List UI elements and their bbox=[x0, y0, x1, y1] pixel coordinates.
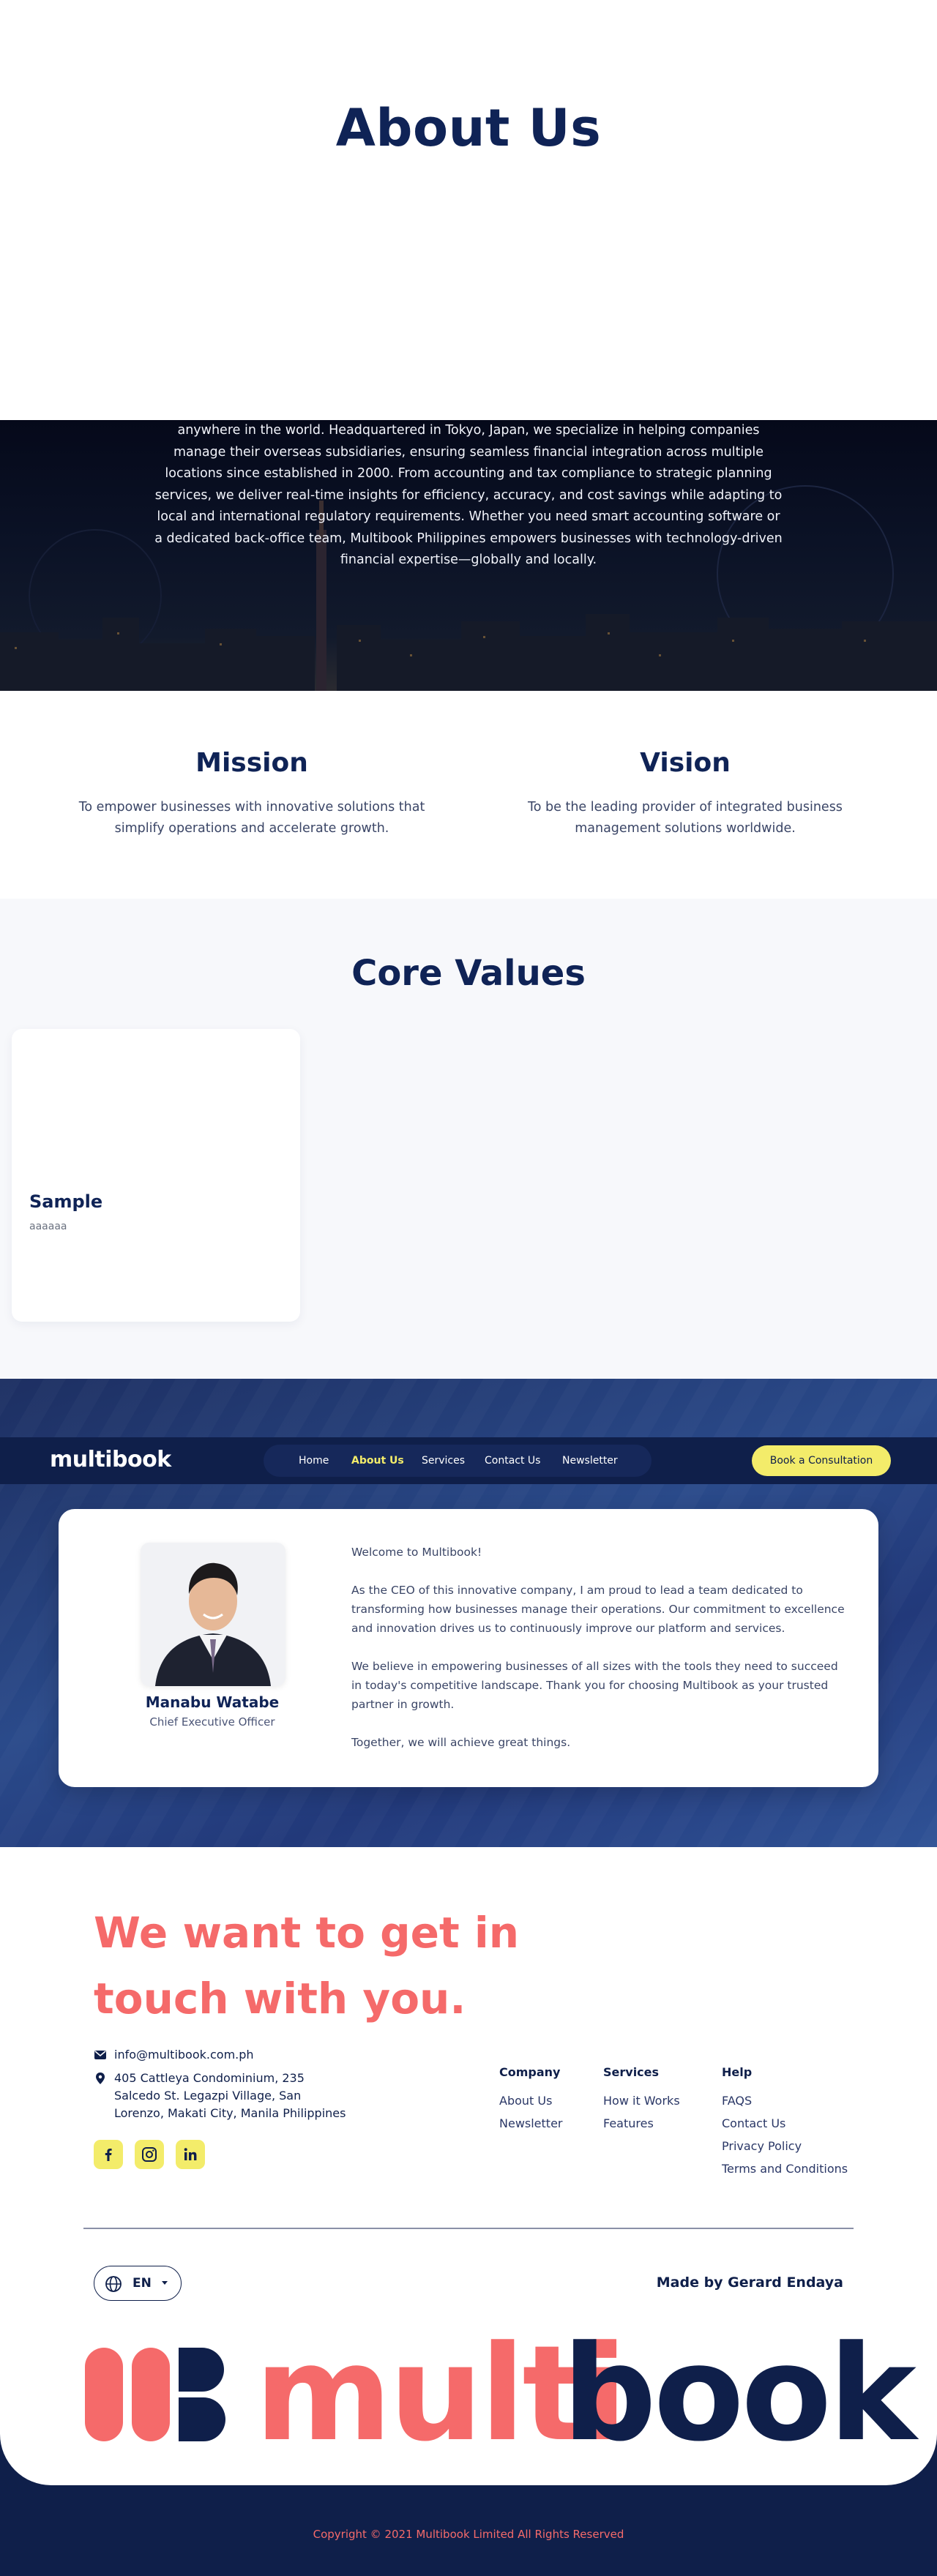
ceo-message-paragraph: Welcome to Multibook! bbox=[351, 1546, 482, 1559]
nav-item-services[interactable]: Services bbox=[422, 1445, 465, 1477]
footer-link-about-us[interactable]: About Us bbox=[499, 2094, 563, 2108]
facebook-icon bbox=[105, 2149, 112, 2161]
ceo-message: Welcome to Multibook! As the CEO of this… bbox=[351, 1543, 849, 1771]
footer-link-contact-us[interactable]: Contact Us bbox=[722, 2116, 848, 2130]
footer: We want to get in touch with you. info@m… bbox=[0, 1847, 937, 2576]
footer-content: We want to get in touch with you. info@m… bbox=[0, 1847, 937, 2485]
linkedin-link[interactable] bbox=[176, 2140, 205, 2169]
mission-title: Mission bbox=[195, 748, 308, 778]
footer-column-title: Help bbox=[722, 2065, 753, 2079]
instagram-icon bbox=[142, 2147, 157, 2162]
location-pin-icon bbox=[96, 2073, 105, 2084]
company-intro-section: anywhere in the world. Headquartered in … bbox=[0, 420, 937, 691]
nav-item-about-us[interactable]: About Us bbox=[351, 1445, 404, 1477]
ceo-photo bbox=[141, 1543, 285, 1686]
facebook-link[interactable] bbox=[94, 2140, 123, 2169]
vision-text: To be the leading provider of integrated… bbox=[528, 800, 843, 836]
footer-column-services: Services How it Works Features bbox=[603, 2065, 680, 2139]
core-values-section: Core Values Sample aaaaaa bbox=[0, 899, 937, 1379]
footer-big-logo: multi book bbox=[85, 2321, 917, 2468]
contact-address: 405 Cattleya Condominium, 235 Salcedo St… bbox=[94, 2070, 357, 2124]
language-selector[interactable]: EN bbox=[94, 2266, 182, 2301]
core-values-title: Core Values bbox=[351, 953, 586, 994]
nav-item-home[interactable]: Home bbox=[299, 1445, 329, 1477]
navbar: multibook Home About Us Services Contact… bbox=[0, 1437, 937, 1484]
footer-column-help: Help FAQS Contact Us Privacy Policy Term… bbox=[722, 2065, 848, 2184]
mail-icon bbox=[94, 2051, 106, 2059]
core-value-text: aaaaaa bbox=[29, 1221, 67, 1232]
footer-link-terms[interactable]: Terms and Conditions bbox=[722, 2162, 848, 2176]
footer-logo-book: book bbox=[562, 2318, 917, 2471]
vision-title: Vision bbox=[640, 748, 731, 778]
footer-link-features[interactable]: Features bbox=[603, 2116, 680, 2130]
made-by-credit: Made by Gerard Endaya bbox=[656, 2274, 843, 2291]
nav-menu: Home About Us Services Contact Us Newsle… bbox=[264, 1445, 652, 1477]
mission-text: To empower businesses with innovative so… bbox=[78, 800, 425, 836]
nav-item-contact-us[interactable]: Contact Us bbox=[485, 1445, 540, 1477]
core-value-card: Sample aaaaaa bbox=[12, 1029, 300, 1322]
page-title: About Us bbox=[335, 98, 602, 158]
address-text: 405 Cattleya Condominium, 235 Salcedo St… bbox=[114, 2071, 346, 2120]
footer-divider bbox=[83, 2228, 854, 2229]
linkedin-icon bbox=[184, 2148, 197, 2160]
ceo-role: Chief Executive Officer bbox=[149, 1715, 275, 1729]
chevron-down-icon bbox=[162, 2281, 168, 2285]
footer-column-company: Company About Us Newsletter bbox=[499, 2065, 563, 2139]
mission-block: Mission To empower businesses with innov… bbox=[69, 748, 435, 839]
language-code: EN bbox=[132, 2276, 152, 2291]
navbar-logo[interactable]: multibook bbox=[50, 1447, 171, 1472]
email-text: info@multibook.com.ph bbox=[114, 2048, 254, 2062]
ceo-message-section: multibook Home About Us Services Contact… bbox=[0, 1379, 937, 1847]
company-intro-text: anywhere in the world. Headquartered in … bbox=[154, 423, 783, 567]
footer-link-how-it-works[interactable]: How it Works bbox=[603, 2094, 680, 2108]
book-consultation-button[interactable]: Book a Consultation bbox=[752, 1445, 891, 1476]
contact-email[interactable]: info@multibook.com.ph bbox=[94, 2046, 401, 2064]
instagram-link[interactable] bbox=[135, 2140, 164, 2169]
nav-item-newsletter[interactable]: Newsletter bbox=[562, 1445, 618, 1477]
ceo-message-paragraph: As the CEO of this innovative company, I… bbox=[351, 1584, 845, 1635]
mission-vision-section: Mission To empower businesses with innov… bbox=[0, 691, 937, 899]
ceo-card: Manabu Watabe Chief Executive Officer We… bbox=[59, 1509, 878, 1787]
footer-link-faqs[interactable]: FAQS bbox=[722, 2094, 848, 2108]
hero-section: About Us bbox=[0, 0, 937, 420]
copyright-text: Copyright © 2021 Multibook Limited All R… bbox=[313, 2528, 624, 2541]
footer-column-title: Company bbox=[499, 2065, 561, 2079]
footer-link-newsletter[interactable]: Newsletter bbox=[499, 2116, 563, 2130]
globe-icon bbox=[105, 2276, 122, 2292]
ceo-message-paragraph: We believe in empowering businesses of a… bbox=[351, 1660, 838, 1711]
footer-column-title: Services bbox=[603, 2065, 660, 2079]
ceo-message-paragraph: Together, we will achieve great things. bbox=[351, 1736, 571, 1749]
core-value-title: Sample bbox=[29, 1191, 103, 1212]
multibook-logo-mark bbox=[85, 2348, 225, 2441]
ceo-name: Manabu Watabe bbox=[145, 1693, 280, 1711]
vision-block: Vision To be the leading provider of int… bbox=[502, 748, 868, 839]
footer-link-privacy-policy[interactable]: Privacy Policy bbox=[722, 2139, 848, 2153]
contact-headline: We want to get in touch with you. bbox=[94, 1908, 520, 2023]
